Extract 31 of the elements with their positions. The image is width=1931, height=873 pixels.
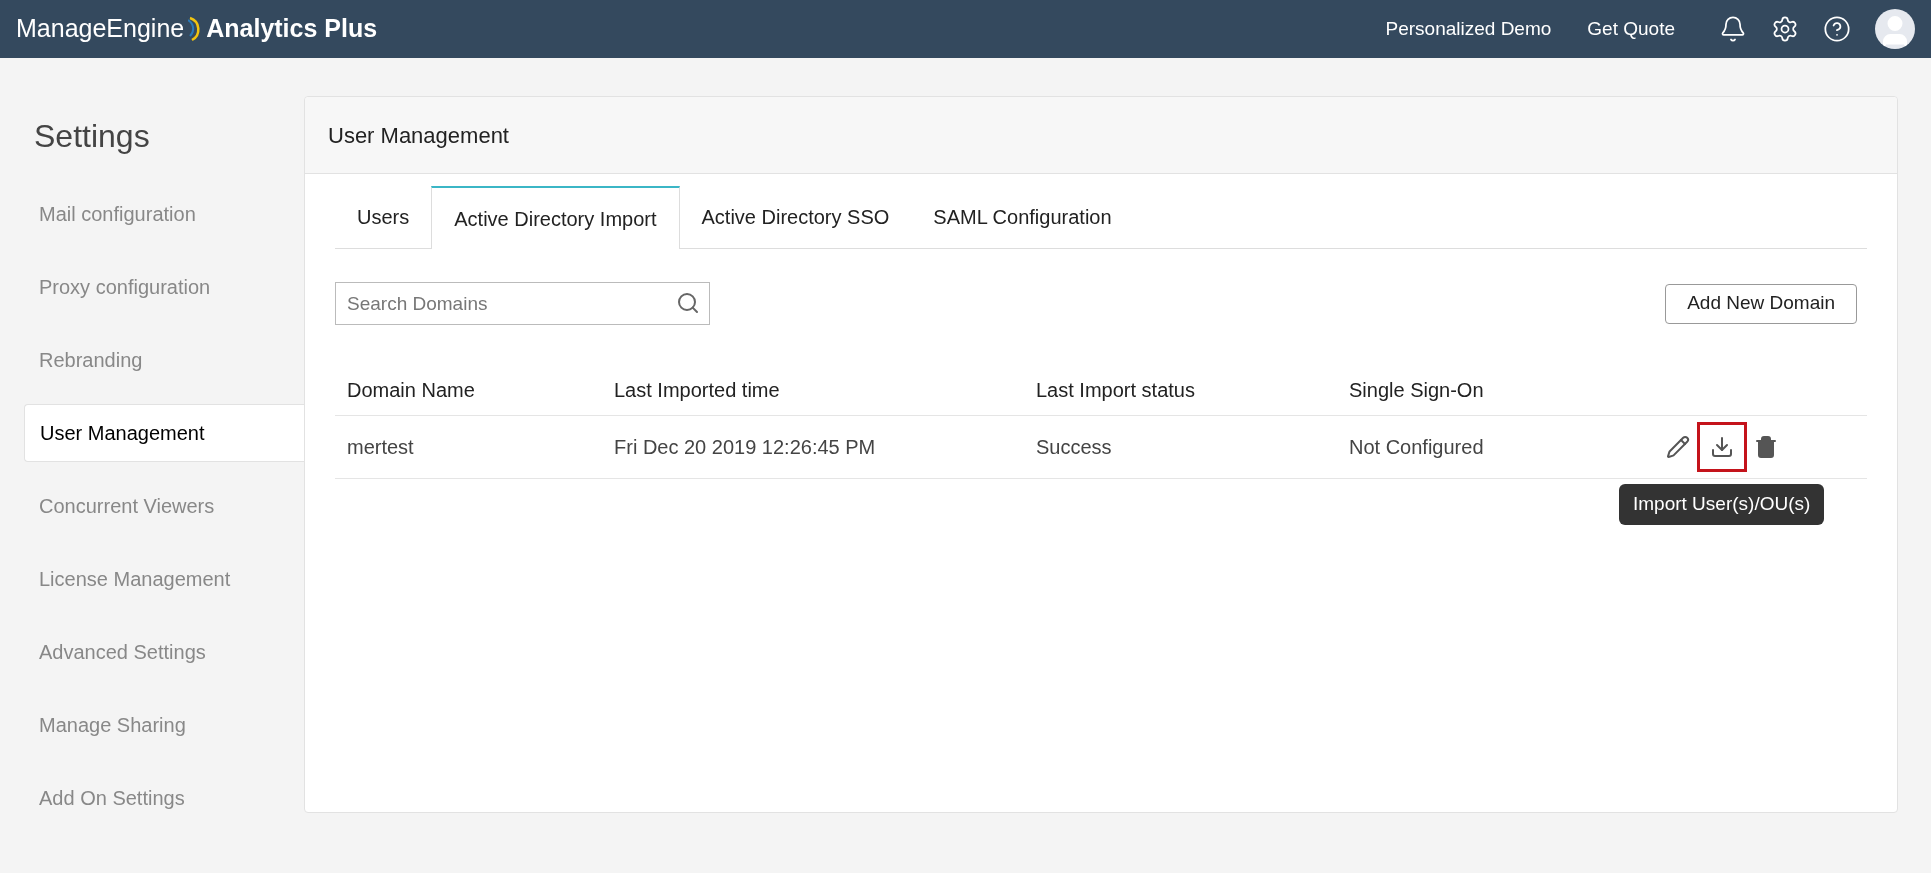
notification-icon[interactable] (1719, 15, 1747, 43)
trash-icon (1754, 435, 1778, 459)
table-cell-text: Success (1035, 435, 1113, 460)
table-cell-text: mertest (346, 435, 415, 460)
tab[interactable]: Active Directory Import (431, 186, 680, 249)
tab[interactable]: Active Directory SSO (679, 185, 912, 248)
header-link[interactable]: Personalized Demo (1385, 14, 1552, 44)
tooltip: Import User(s)/OU(s) (1619, 484, 1825, 525)
column-header: Single Sign-On (1348, 377, 1485, 403)
add-domain-button[interactable]: Add New Domain (1665, 283, 1857, 324)
avatar[interactable] (1875, 9, 1915, 49)
tab[interactable]: Users (335, 185, 432, 248)
tab[interactable]: SAML Configuration (911, 185, 1134, 248)
pencil-icon (1666, 435, 1690, 459)
search-field[interactable]: Search Domains (335, 282, 710, 325)
sidebar-title: Settings (34, 117, 151, 156)
table-cell-text: Fri Dec 20 2019 12:26:45 PM (613, 435, 877, 460)
settings-icon[interactable] (1771, 15, 1799, 43)
sidebar-item[interactable]: User Management (24, 404, 304, 462)
app-logo[interactable]: ManageEngine Analytics Plus (16, 10, 378, 48)
row-action-button[interactable] (1697, 422, 1747, 472)
table-cell-text: Not Configured (1348, 435, 1485, 460)
search-icon[interactable] (676, 291, 700, 315)
arc-logo-icon (188, 16, 203, 42)
header-link[interactable]: Get Quote (1587, 14, 1675, 44)
download-icon (1710, 435, 1734, 459)
column-header: Last Imported time (613, 377, 781, 403)
column-header: Domain Name (346, 377, 476, 403)
panel-title: User Management (328, 121, 509, 150)
help-icon[interactable] (1823, 15, 1851, 43)
column-header: Last Import status (1035, 377, 1196, 403)
